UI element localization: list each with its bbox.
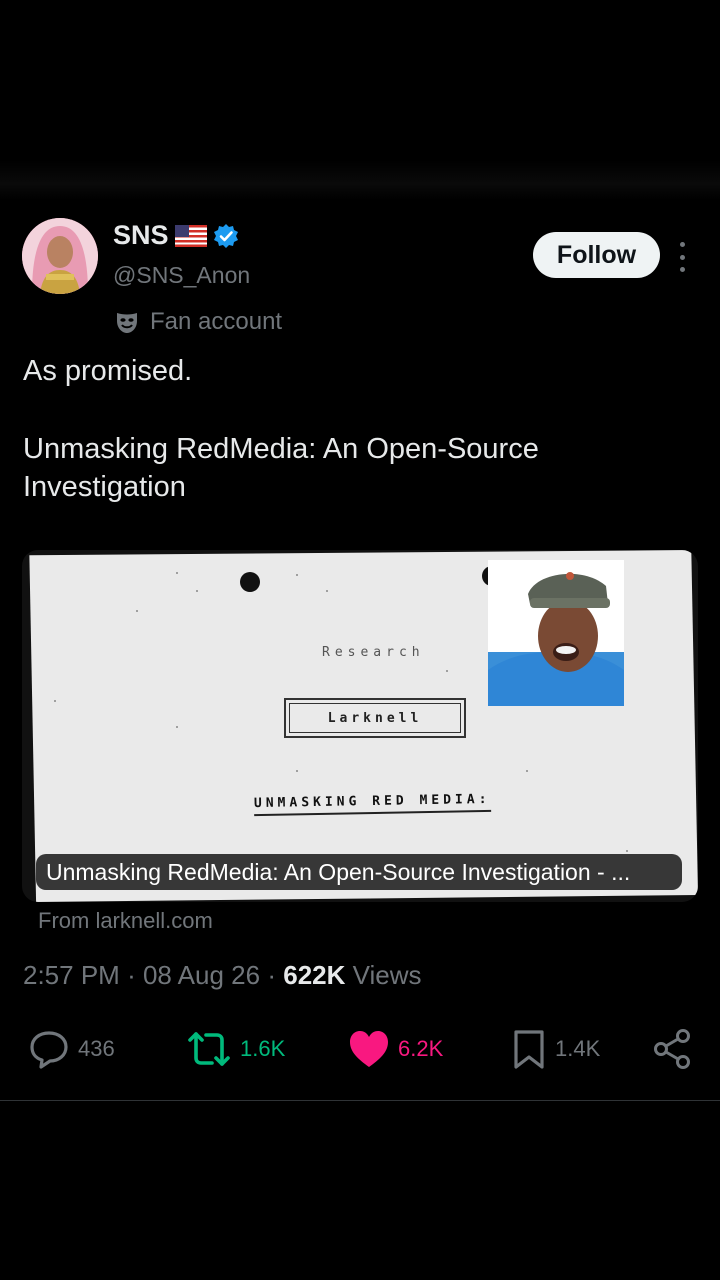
repost-icon	[188, 1032, 230, 1066]
tweet-meta: 2:57 PM · 08 Aug 26 · 622K Views	[23, 960, 422, 991]
paper-hole	[240, 572, 260, 592]
share-icon	[654, 1029, 690, 1069]
fan-account-label: Fan account	[114, 308, 282, 336]
author-stamp-label: Larknell	[327, 710, 423, 726]
author-name[interactable]: SNS	[113, 220, 169, 251]
card-image: Research Larknell UNMASKING RED MEDIA:	[29, 550, 698, 902]
author-handle[interactable]: @SNS_Anon	[113, 262, 250, 289]
top-fade	[0, 160, 720, 200]
more-icon[interactable]	[672, 242, 692, 272]
author-name-row: SNS	[113, 220, 239, 251]
card-source[interactable]: From larknell.com	[38, 908, 213, 934]
tweet-time[interactable]: 2:57 PM	[23, 960, 120, 990]
us-flag-icon	[174, 224, 207, 247]
theater-mask-icon	[117, 313, 137, 333]
like-count: 6.2K	[398, 1036, 444, 1061]
card-caption: Unmasking RedMedia: An Open-Source Inves…	[36, 854, 682, 890]
verified-badge-icon	[213, 223, 239, 249]
like-button[interactable]: 6.2K	[348, 1026, 443, 1072]
paper-headline: UNMASKING RED MEDIA:	[253, 791, 491, 817]
person-photo	[488, 560, 624, 706]
like-icon	[350, 1031, 388, 1067]
author-stamp: Larknell	[284, 698, 466, 738]
repost-button[interactable]: 1.6K	[186, 1026, 285, 1072]
link-card[interactable]: Research Larknell UNMASKING RED MEDIA: U…	[22, 550, 698, 902]
bookmark-icon	[514, 1030, 544, 1069]
meta-separator: ·	[267, 960, 276, 990]
tweet: SNS @SNS_Anon Follow Fan account As prom…	[0, 200, 720, 1102]
reply-icon	[30, 1031, 68, 1069]
repost-count: 1.6K	[240, 1036, 286, 1061]
tweet-date[interactable]: 08 Aug 26	[143, 960, 260, 990]
follow-button[interactable]: Follow	[533, 232, 660, 278]
reply-button[interactable]: 436	[28, 1026, 115, 1072]
bookmark-button[interactable]: 1.4K	[511, 1026, 600, 1072]
meta-separator: ·	[127, 960, 136, 990]
views-label: Views	[352, 960, 422, 990]
tweet-text-line1: As promised.	[23, 355, 193, 387]
action-bar: 436 1.6K 6.2K 1.4K	[0, 1026, 720, 1076]
research-label: Research	[322, 645, 425, 660]
views-count: 622K	[283, 960, 346, 990]
tweet-text-line2: Unmasking RedMedia: An Open-Source Inves…	[23, 433, 539, 503]
fan-account-text: Fan account	[150, 308, 283, 335]
avatar[interactable]	[22, 218, 98, 294]
reply-count: 436	[78, 1036, 115, 1061]
bookmark-count: 1.4K	[555, 1036, 601, 1061]
divider	[0, 1100, 720, 1101]
share-button[interactable]	[652, 1026, 694, 1072]
